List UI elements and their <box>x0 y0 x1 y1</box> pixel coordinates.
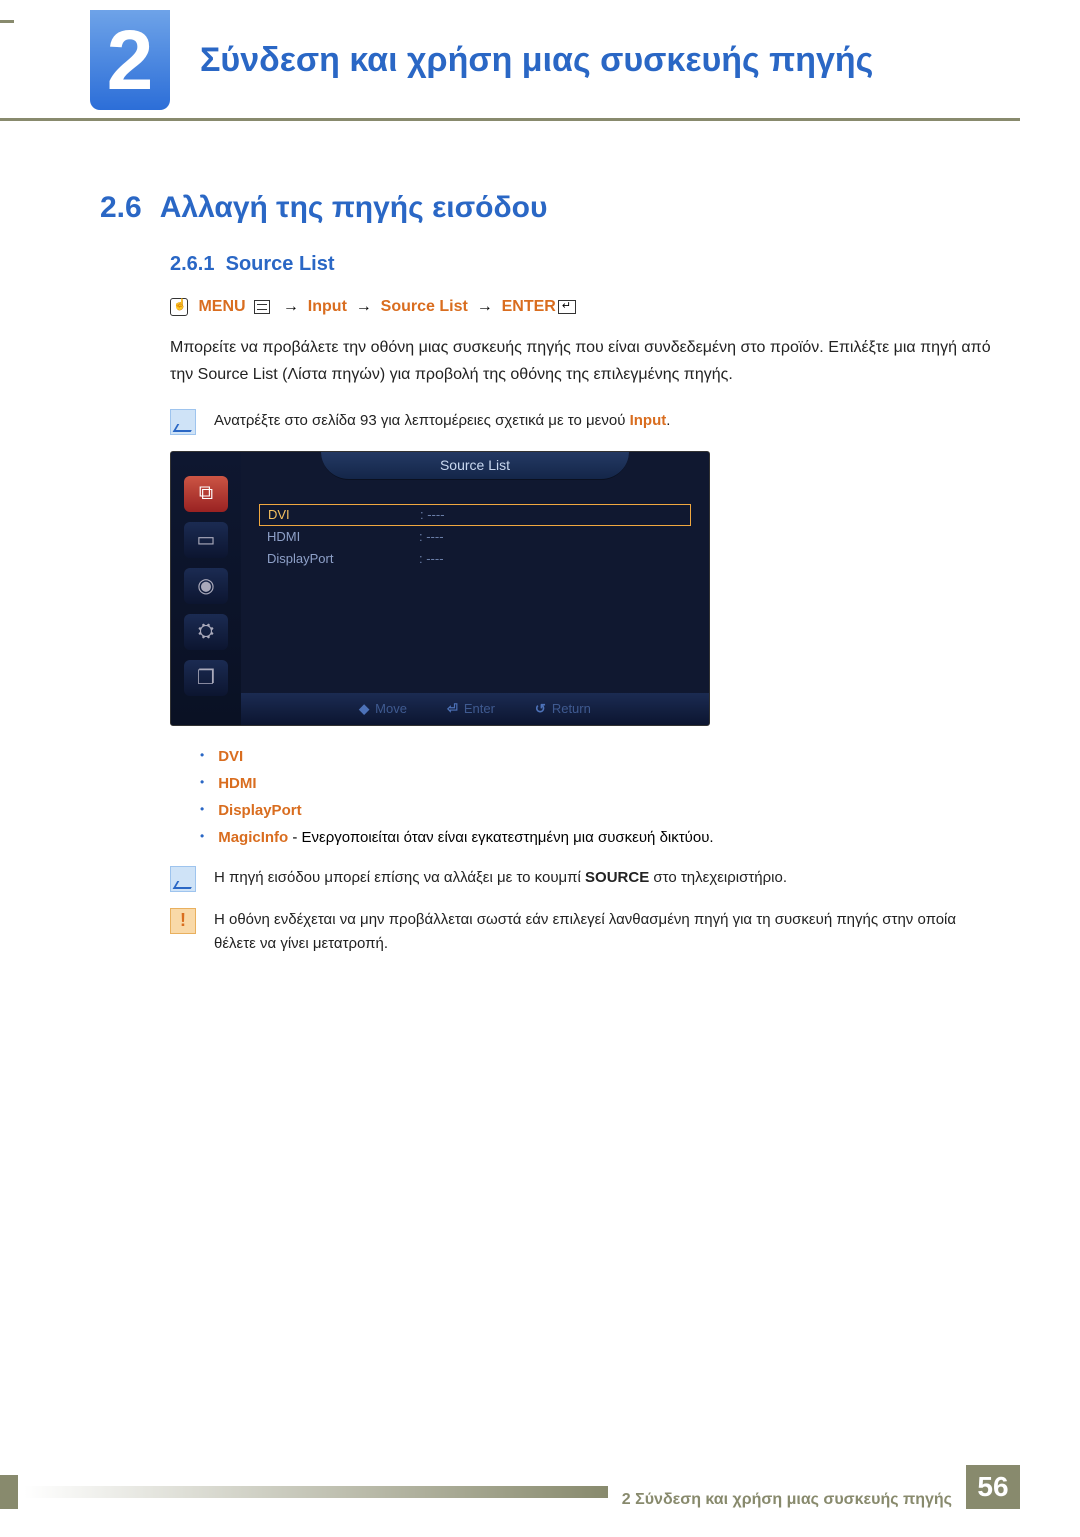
warning-icon: ! <box>170 908 196 934</box>
osd-footer: ◆Move ⏎Enter ↺Return <box>241 693 709 725</box>
bullet-magicinfo: MagicInfo - Ενεργοποιείται όταν είναι εγ… <box>200 829 1000 846</box>
note-pre: Η πηγή εισόδου μπορεί επίσης να αλλάξει … <box>214 869 585 886</box>
note-text: Η πηγή εισόδου μπορεί επίσης να αλλάξει … <box>214 866 787 890</box>
osd-foot-enter: ⏎Enter <box>447 701 495 717</box>
bullet-displayport: DisplayPort <box>200 802 1000 819</box>
warning-note: ! Η οθόνη ενδέχεται να μην προβάλλεται σ… <box>170 908 1000 956</box>
menu-path-enter: ENTER <box>502 298 556 315</box>
note-icon <box>170 409 196 435</box>
osd-tab-input-icon: ⧉ <box>184 476 228 512</box>
osd-tab-picture-icon: ▭ <box>184 522 228 558</box>
osd-row-value: : ---- <box>420 507 445 522</box>
warning-text: Η οθόνη ενδέχεται να μην προβάλλεται σωσ… <box>214 908 1000 956</box>
note-keyword: SOURCE <box>585 869 649 886</box>
note-pre: Ανατρέξτε στο σελίδα 93 για λεπτομέρειες… <box>214 412 630 429</box>
note-source-button: Η πηγή εισόδου μπορεί επίσης να αλλάξει … <box>170 866 1000 892</box>
osd-row-label: DVI <box>260 507 420 522</box>
note-text: Ανατρέξτε στο σελίδα 93 για λεπτομέρειες… <box>214 409 670 433</box>
chapter-number: 2 <box>90 10 170 110</box>
chapter-title: Σύνδεση και χρήση μιας συσκευής πηγής <box>200 41 873 80</box>
footer-gradient <box>24 1486 608 1498</box>
arrow: → <box>283 298 299 315</box>
enter-icon <box>558 300 576 314</box>
osd-row-dvi: DVI : ---- <box>259 504 691 526</box>
menu-grid-icon <box>254 300 270 314</box>
page-footer: 2 Σύνδεση και χρήση μιας συσκευής πηγής … <box>0 1465 1080 1509</box>
osd-tab-multi-icon: ❐ <box>184 660 228 696</box>
osd-foot-move: ◆Move <box>359 701 407 717</box>
note-post: . <box>666 412 670 429</box>
arrow: → <box>477 298 493 315</box>
menu-path: MENU → Input → Source List → ENTER <box>170 298 1000 316</box>
note-reference: Ανατρέξτε στο σελίδα 93 για λεπτομέρειες… <box>170 409 1000 435</box>
footer-chapter-text: 2 Σύνδεση και χρήση μιας συσκευής πηγής <box>622 1491 952 1509</box>
osd-tab-audio-icon: ◉ <box>184 568 228 604</box>
chapter-header: 2 Σύνδεση και χρήση μιας συσκευής πηγής <box>90 10 1080 110</box>
osd-screenshot: ⧉ ▭ ◉ ⛭ ❐ Source List DVI : ---- HDMI : … <box>170 451 710 726</box>
subsection-title: Source List <box>226 253 335 275</box>
body-paragraph: Μπορείτε να προβάλετε την οθόνη μιας συσ… <box>170 334 1000 388</box>
bullet-hdmi: HDMI <box>200 775 1000 792</box>
decorative-tick <box>0 20 14 23</box>
osd-row-label: HDMI <box>259 529 419 544</box>
divider <box>0 118 1020 121</box>
bullet-dvi: DVI <box>200 748 1000 765</box>
osd-body: DVI : ---- HDMI : ---- DisplayPort : ---… <box>241 480 709 693</box>
note-post: στο τηλεχειριστήριο. <box>649 869 787 886</box>
arrow: → <box>356 298 372 315</box>
osd-row-hdmi: HDMI : ---- <box>259 526 691 548</box>
menu-path-sourcelist: Source List <box>381 298 468 315</box>
section-number: 2.6 <box>100 191 142 224</box>
osd-foot-return: ↺Return <box>535 701 591 717</box>
osd-row-displayport: DisplayPort : ---- <box>259 548 691 570</box>
footer-page-number: 56 <box>966 1465 1020 1509</box>
menu-path-input: Input <box>308 298 347 315</box>
osd-title: Source List <box>321 452 629 480</box>
menu-path-menu: MENU <box>198 298 245 315</box>
osd-tab-setup-icon: ⛭ <box>184 614 228 650</box>
footer-tick <box>0 1475 18 1509</box>
subsection-number: 2.6.1 <box>170 253 214 275</box>
osd-row-value: : ---- <box>419 551 444 566</box>
section-heading: 2.6 Αλλαγή της πηγής εισόδου <box>100 191 1000 225</box>
note-keyword: Input <box>630 412 667 429</box>
note-icon <box>170 866 196 892</box>
remote-icon <box>170 298 188 316</box>
section-title: Αλλαγή της πηγής εισόδου <box>160 191 548 224</box>
source-bullets: DVI HDMI DisplayPort MagicInfo - Ενεργοπ… <box>200 748 1000 846</box>
subsection-heading: 2.6.1 Source List <box>170 253 1000 276</box>
osd-row-value: : ---- <box>419 529 444 544</box>
osd-row-label: DisplayPort <box>259 551 419 566</box>
osd-sidebar: ⧉ ▭ ◉ ⛭ ❐ <box>171 452 241 725</box>
